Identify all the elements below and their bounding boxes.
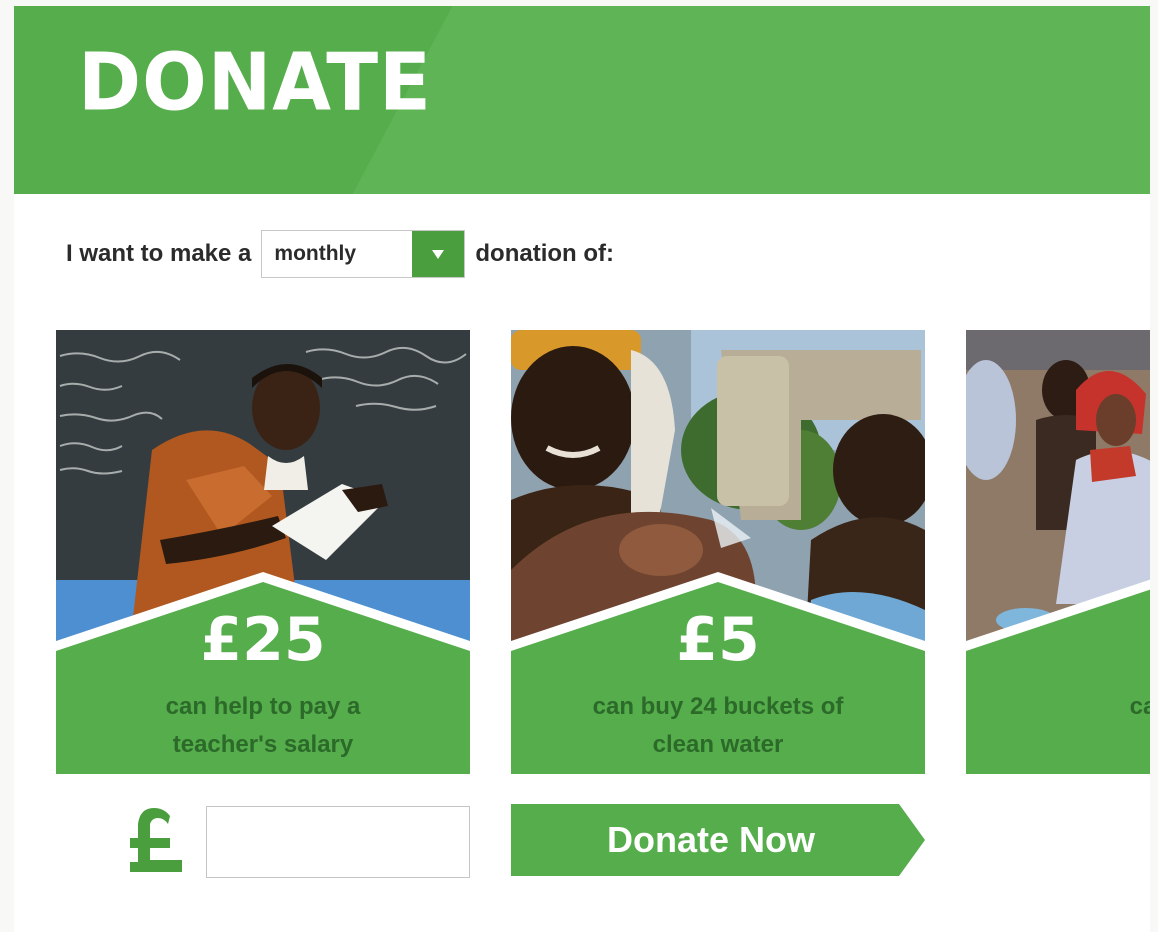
pound-icon [130,808,182,872]
card-description-line: clean water [652,731,784,758]
card-description: can buy 24 buckets of clean water [511,688,925,764]
donation-option-card[interactable]: £ can pro lu [966,330,1150,774]
sentence-suffix: donation of: [475,240,615,267]
card-description-line: can pro [1129,693,1150,720]
card-description-line: teacher's salary [172,731,354,758]
donation-option-card[interactable]: £25 can help to pay a teacher's salary [56,330,470,774]
card-amount: £ [966,610,1150,670]
custom-amount-input[interactable] [206,806,470,878]
banner-title: DONATE [78,34,432,129]
card-amount: £5 [676,605,760,675]
card-amount: £25 [200,605,326,675]
donate-now-button[interactable]: Donate Now [511,804,925,876]
frequency-select[interactable]: monthly [261,230,466,278]
donate-banner: DONATE [14,6,1150,194]
card-description-line: lu [966,726,1150,764]
sentence-prefix: I want to make a [66,240,252,267]
donate-now-label: Donate Now [606,819,815,860]
frequency-select-value: monthly [274,242,357,265]
donate-widget: DONATE I want to make a monthly donation… [14,6,1150,932]
card-description-line: can help to pay a [165,693,361,720]
donation-option-card[interactable]: £5 can buy 24 buckets of clean water [511,330,925,774]
card-description-line: can buy 24 buckets of [592,693,844,720]
banner-sheen [314,6,1150,194]
card-description: can help to pay a teacher's salary [56,688,470,764]
card-description: can pro lu [966,688,1150,764]
frequency-sentence: I want to make a monthly donation of: [66,228,614,280]
chevron-down-icon[interactable] [412,231,465,277]
